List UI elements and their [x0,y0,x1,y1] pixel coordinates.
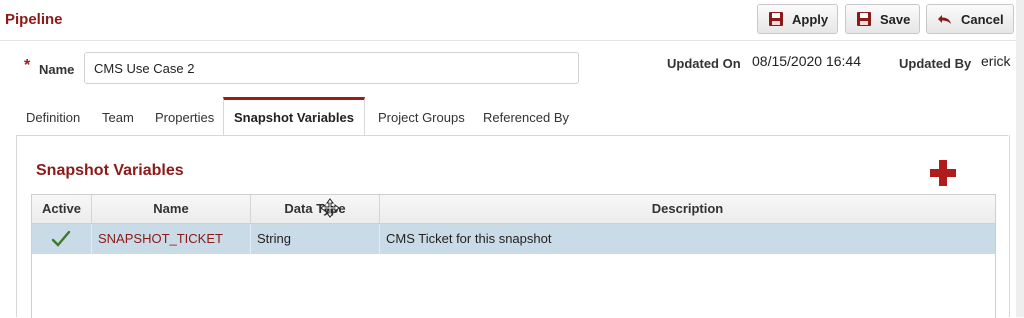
cancel-label: Cancel [961,11,1004,27]
scrollbar-gutter [1016,0,1024,317]
column-header-active[interactable]: Active [32,195,92,223]
updated-by-value: erick [981,53,1011,69]
apply-label: Apply [792,11,829,27]
pipeline-page: Pipeline Apply Save Cancel * Name Update… [0,0,1016,318]
cancel-button[interactable]: Cancel [926,4,1014,34]
column-header-description[interactable]: Description [380,195,995,223]
page-title: Pipeline [5,11,63,28]
tab-snapshot-variables[interactable]: Snapshot Variables [223,97,365,135]
move-cursor-icon [320,198,340,221]
updated-on-label: Updated On [667,56,741,71]
tab-bar: Definition Team Properties Snapshot Vari… [16,97,1008,136]
section-title: Snapshot Variables [36,162,184,179]
floppy-disk-icon [856,11,872,27]
undo-arrow-icon [937,11,953,27]
save-button[interactable]: Save [845,4,920,34]
updated-on-value: 08/15/2020 16:44 [752,53,861,69]
add-variable-button[interactable] [930,160,956,186]
name-label: Name [39,62,75,77]
apply-button[interactable]: Apply [757,4,838,34]
required-marker: * [24,57,31,74]
column-header-data-type[interactable]: Data Type [251,195,380,223]
save-label: Save [880,11,911,27]
variable-name-cell[interactable]: SNAPSHOT_TICKET [92,224,251,254]
table-row[interactable]: SNAPSHOT_TICKET String CMS Ticket for th… [32,224,995,254]
active-cell [32,224,92,254]
description-cell: CMS Ticket for this snapshot [386,231,552,246]
tab-properties[interactable]: Properties [155,110,214,125]
tab-referenced-by[interactable]: Referenced By [483,110,569,125]
tab-team[interactable]: Team [102,110,134,125]
column-header-name[interactable]: Name [92,195,251,223]
page-header: Pipeline Apply Save Cancel [0,0,1016,41]
updated-by-label: Updated By [899,56,972,71]
tab-definition[interactable]: Definition [26,110,80,125]
floppy-disk-icon [768,11,784,27]
tab-project-groups[interactable]: Project Groups [378,110,465,125]
table-header: Active Name Data Type Description [32,195,995,224]
name-input[interactable] [84,52,579,84]
data-type-cell: String [251,224,380,254]
checkmark-icon [51,229,71,259]
snapshot-variables-panel: Snapshot Variables Active Name Data Type… [16,135,1010,318]
variables-table: Active Name Data Type Description SNAPSH… [31,194,996,318]
